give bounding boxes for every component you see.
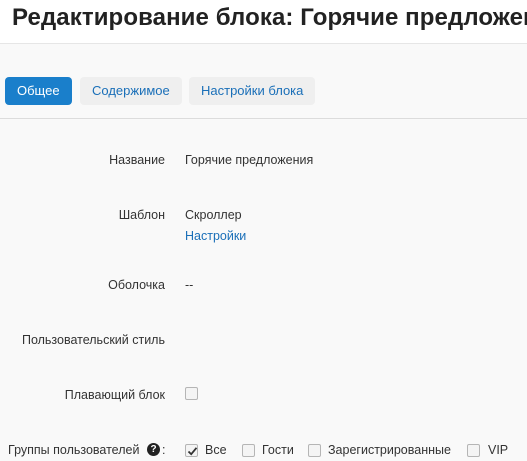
divider (0, 118, 527, 119)
checkmark-icon (187, 447, 198, 456)
custom-style-label: Пользовательский стиль (21, 333, 165, 347)
question-circle-icon[interactable]: ? (147, 443, 160, 456)
wrapper-value: -- (185, 278, 194, 292)
group-all-checkbox[interactable] (185, 444, 198, 457)
name-value: Горячие предложения (185, 153, 314, 167)
name-label: Название (109, 153, 165, 167)
template-value: Скроллер (185, 208, 242, 222)
page-title: Редактирование блока: Горячие предложени… (12, 4, 527, 31)
group-all-label: Все (205, 443, 227, 457)
floating-block-checkbox[interactable] (185, 387, 198, 400)
group-registered-label: Зарегистрированные (328, 443, 451, 457)
template-settings-link[interactable]: Настройки (185, 229, 246, 243)
wrapper-label: Оболочка (108, 278, 165, 292)
page-header: Редактирование блока: Горячие предложени… (0, 0, 527, 44)
floating-block-label: Плавающий блок (64, 388, 165, 402)
group-guests-checkbox[interactable] (242, 444, 255, 457)
group-registered-checkbox[interactable] (308, 444, 321, 457)
user-groups-colon: : (162, 443, 166, 457)
tab-content[interactable]: Содержимое (80, 77, 182, 105)
template-label: Шаблон (118, 208, 165, 222)
user-groups-label: Группы пользователей (8, 443, 140, 457)
group-vip-label: VIP (488, 443, 509, 457)
tab-general[interactable]: Общее (5, 77, 72, 105)
group-vip-checkbox[interactable] (467, 444, 480, 457)
group-guests-label: Гости (262, 443, 294, 457)
tab-block-settings[interactable]: Настройки блока (189, 77, 316, 105)
